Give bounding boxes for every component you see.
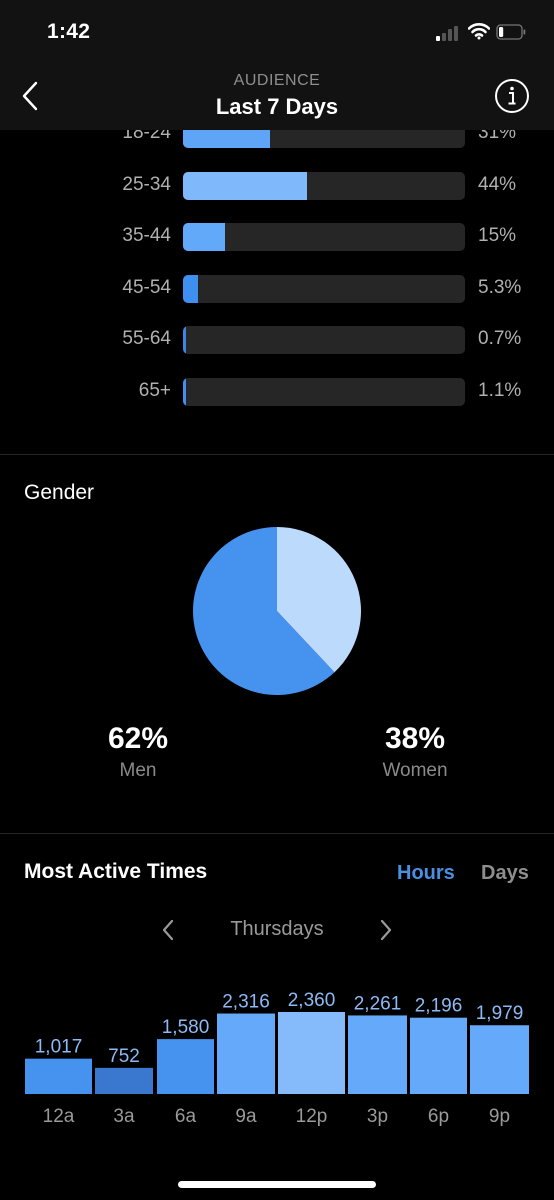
signal-bar <box>448 29 452 41</box>
battery-icon <box>496 24 526 40</box>
previous-day-button[interactable] <box>158 916 178 944</box>
age-bar-fill <box>183 171 308 200</box>
active-hours-bar-chart: 1,017 12a 752 3a 1,580 6a 2,316 9a 2,360 12p 2,261… <box>25 990 529 1127</box>
hour-axis-label: 3p <box>367 1106 388 1127</box>
tab-hours[interactable]: Hours <box>397 862 455 885</box>
age-bar-track <box>183 378 465 406</box>
hour-bar-value-label: 2,360 <box>288 990 336 1011</box>
signal-bar <box>442 32 446 41</box>
signal-bar <box>436 36 440 41</box>
gender-pie-chart <box>193 527 361 695</box>
hour-bar <box>157 1039 214 1094</box>
men-label: Men <box>119 760 157 781</box>
page-overline: AUDIENCE <box>233 72 321 89</box>
gender-title: Gender <box>24 481 95 504</box>
wifi-icon <box>468 23 490 40</box>
header: 1:42 AUDIENCE Last 7 Days <box>0 0 554 130</box>
age-range-label: 25-34 <box>122 173 171 195</box>
info-button[interactable] <box>494 78 530 114</box>
age-percent: 44% <box>478 173 517 195</box>
hour-bar-value-label: 2,316 <box>222 992 270 1013</box>
status-time: 1:42 <box>47 20 91 43</box>
cellular-signal-icon <box>436 25 462 41</box>
age-percent: 0.7% <box>478 328 522 350</box>
section-divider <box>0 454 554 455</box>
age-row: 25-34 44% <box>0 171 554 200</box>
hour-bar-value-label: 1,580 <box>162 1017 210 1038</box>
hour-bar <box>348 1015 407 1094</box>
age-row: 55-64 0.7% <box>0 326 554 355</box>
age-percent: 15% <box>478 225 517 247</box>
hour-bar <box>470 1025 529 1094</box>
section-divider <box>0 833 554 834</box>
women-label: Women <box>382 760 448 781</box>
age-bar-fill <box>183 378 187 406</box>
age-row: 45-54 5.3% <box>0 274 554 303</box>
signal-bar <box>454 25 458 41</box>
next-day-button[interactable] <box>376 916 396 944</box>
chevron-left-icon <box>162 919 174 941</box>
women-percent: 38% <box>384 722 446 755</box>
gender-stat-men: 62% Men <box>58 722 218 782</box>
hour-bar <box>95 1067 153 1094</box>
age-range-label: 65+ <box>138 380 171 401</box>
hour-bar-value-label: 1,979 <box>476 1003 524 1024</box>
age-percent: 1.1% <box>478 380 522 401</box>
age-range-label: 35-44 <box>122 225 171 247</box>
hour-axis-label: 12p <box>296 1106 328 1127</box>
hour-bar <box>25 1058 92 1094</box>
age-row: 65+ 1.1% <box>0 378 554 406</box>
hour-axis-label: 9a <box>235 1106 257 1127</box>
hour-bar-value-label: 752 <box>108 1046 140 1067</box>
hour-axis-label: 6a <box>175 1106 197 1127</box>
age-bar-fill <box>183 223 226 252</box>
chevron-right-icon <box>380 919 392 941</box>
hour-bar <box>410 1017 467 1094</box>
page-title: Last 7 Days <box>215 94 339 119</box>
age-bar-track <box>183 223 465 252</box>
day-selector-label: Thursdays <box>230 918 324 940</box>
age-row: 35-44 15% <box>0 223 554 252</box>
age-bar-fill <box>183 326 186 355</box>
hour-bar-value-label: 2,261 <box>354 993 402 1014</box>
hour-bar-value-label: 2,196 <box>415 996 463 1017</box>
tab-days[interactable]: Days <box>481 862 529 885</box>
gender-stat-women: 38% Women <box>335 722 495 782</box>
age-percent: 5.3% <box>478 276 522 298</box>
hour-bar-value-label: 1,017 <box>35 1037 83 1058</box>
hour-axis-label: 9p <box>489 1106 510 1127</box>
age-bar-track <box>183 171 465 200</box>
hour-axis-label: 12a <box>43 1106 75 1127</box>
hour-axis-label: 3a <box>113 1106 135 1127</box>
men-percent: 62% <box>107 722 169 755</box>
age-range-label: 45-54 <box>122 276 171 298</box>
hour-bar <box>217 1013 275 1094</box>
age-range-label: 55-64 <box>122 328 171 350</box>
most-active-times-title: Most Active Times <box>24 860 208 883</box>
hour-axis-label: 6p <box>428 1106 449 1127</box>
home-indicator <box>178 1181 376 1188</box>
hour-bar <box>278 1012 345 1094</box>
age-bar-fill <box>183 274 198 303</box>
age-bar-track <box>183 326 465 355</box>
info-icon <box>508 86 516 105</box>
age-bar-track <box>183 274 465 303</box>
